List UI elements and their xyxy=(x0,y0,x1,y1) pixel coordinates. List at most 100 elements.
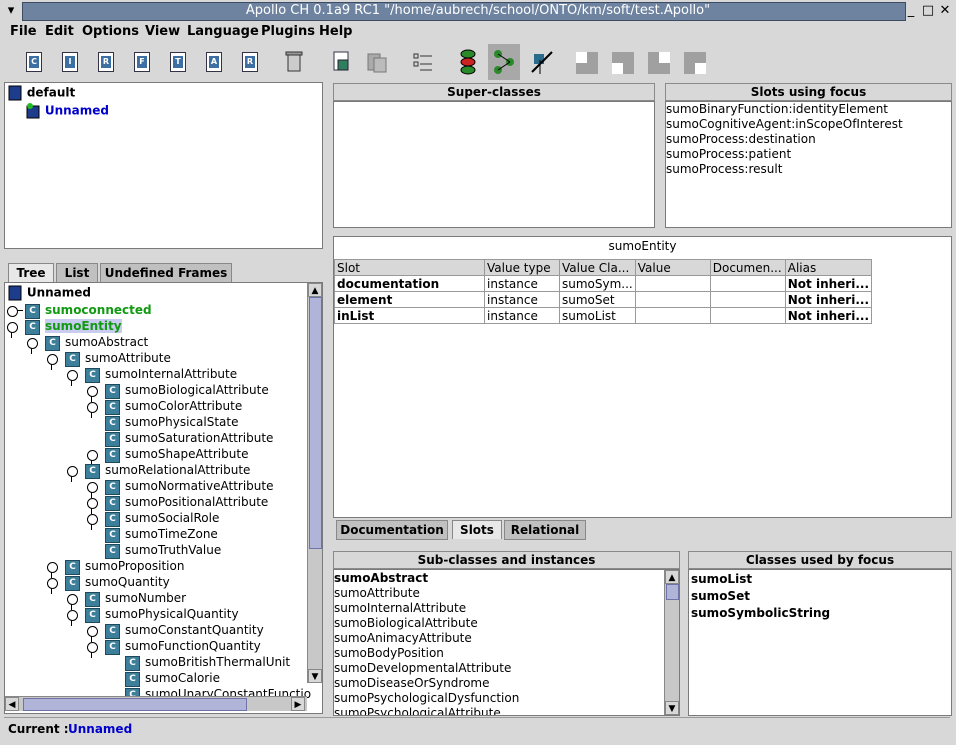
slot-focus-item[interactable]: sumoProcess:patient xyxy=(666,147,791,161)
graph-view-button[interactable] xyxy=(488,44,520,80)
expand-handle-icon[interactable] xyxy=(67,594,78,610)
class-tree-item[interactable]: CsumoProposition xyxy=(47,559,184,578)
class-tree-item[interactable]: CsumoAbstract xyxy=(27,335,148,354)
menu-options[interactable]: Options xyxy=(82,24,139,39)
menu-help[interactable]: Help xyxy=(319,24,352,39)
expand-handle-icon[interactable] xyxy=(87,402,98,418)
slot-focus-item[interactable]: sumoBinaryFunction:identityElement xyxy=(666,102,888,116)
col-value-class[interactable]: Value Cla... xyxy=(559,259,636,276)
class-tree-item[interactable]: CsumoInternalAttribute xyxy=(67,367,237,386)
classes-used-item[interactable]: sumoList xyxy=(691,572,752,586)
list-item[interactable]: sumoAbstract xyxy=(334,571,428,585)
class-tree-item[interactable]: CsumoPhysicalQuantity xyxy=(67,607,239,626)
delete-button[interactable] xyxy=(278,46,310,78)
class-tree-item[interactable]: CsumoPhysicalState xyxy=(97,415,238,431)
new-rule-button[interactable]: R xyxy=(232,46,264,78)
expand-handle-icon[interactable] xyxy=(7,322,18,338)
expand-handle-icon[interactable] xyxy=(87,642,98,658)
table-cell[interactable] xyxy=(709,291,786,308)
table-cell[interactable]: documentation xyxy=(334,275,485,292)
class-tree-item[interactable]: Csumoconnected xyxy=(7,303,152,319)
slot-focus-item[interactable]: sumoProcess:destination xyxy=(666,132,816,146)
new-function-button[interactable]: F xyxy=(124,46,156,78)
list-item[interactable]: sumoInternalAttribute xyxy=(334,601,466,615)
table-cell[interactable]: instance xyxy=(484,291,560,308)
list-item[interactable]: sumoBiologicalAttribute xyxy=(334,616,478,630)
table-cell[interactable]: element xyxy=(334,291,485,308)
col-slot[interactable]: Slot xyxy=(334,259,485,276)
new-type-button[interactable]: T xyxy=(160,46,192,78)
table-cell[interactable] xyxy=(709,275,786,292)
maximize-button[interactable]: □ xyxy=(920,3,936,19)
expand-handle-icon[interactable] xyxy=(47,562,58,578)
menu-view[interactable]: View xyxy=(145,24,180,39)
class-tree-item[interactable]: CsumoBiologicalAttribute xyxy=(87,383,269,402)
hscroll-thumb[interactable] xyxy=(23,698,247,711)
expand-handle-icon[interactable] xyxy=(67,370,78,386)
tab-slots[interactable]: Slots xyxy=(452,520,502,539)
class-tree-item[interactable]: CsumoConstantQuantity xyxy=(87,623,264,642)
class-tree-item[interactable]: CsumoBritishThermalUnit xyxy=(117,655,290,671)
tab-undefined-frames[interactable]: Undefined Frames xyxy=(100,263,232,283)
expand-handle-icon[interactable] xyxy=(87,482,98,498)
tab-list[interactable]: List xyxy=(56,263,98,283)
scroll-up-arrow[interactable]: ▲ xyxy=(308,283,322,297)
list-item[interactable]: sumoAttribute xyxy=(334,586,420,600)
ontology-root[interactable]: default xyxy=(7,85,75,101)
tab-tree[interactable]: Tree xyxy=(8,263,54,282)
close-button[interactable]: ✕ xyxy=(937,3,953,19)
table-cell[interactable]: sumoList xyxy=(559,307,636,324)
table-row[interactable]: inList instance sumoList Not inheri... xyxy=(334,307,873,324)
table-cell[interactable]: sumoSym... xyxy=(559,275,636,292)
class-tree-item[interactable]: CsumoFunctionQuantity xyxy=(87,639,261,658)
expand-handle-icon[interactable] xyxy=(87,626,98,642)
class-tree-item[interactable]: CsumoNormativeAttribute xyxy=(87,479,273,498)
checklist-button[interactable] xyxy=(406,46,438,78)
scroll-right-arrow[interactable]: ▶ xyxy=(291,697,305,711)
expand-handle-icon[interactable] xyxy=(87,450,98,466)
expand-handle-icon[interactable] xyxy=(87,514,98,530)
list-item[interactable]: sumoPsychologicalDysfunction xyxy=(334,691,519,705)
col-value-type[interactable]: Value type xyxy=(484,259,560,276)
scroll-down-arrow[interactable]: ▼ xyxy=(665,701,679,715)
new-relation-button[interactable]: R xyxy=(88,46,120,78)
col-value[interactable]: Value xyxy=(634,259,711,276)
new-instance-button[interactable]: I xyxy=(52,46,84,78)
class-tree-item[interactable]: CsumoQuantity xyxy=(47,575,170,594)
class-tree-root[interactable]: Unnamed xyxy=(7,285,91,301)
class-tree-item[interactable]: CsumoColorAttribute xyxy=(87,399,242,418)
scroll-thumb[interactable] xyxy=(309,297,322,549)
menu-plugins[interactable]: Plugins xyxy=(261,24,315,39)
table-cell[interactable] xyxy=(634,275,711,292)
table-cell[interactable]: sumoSet xyxy=(559,291,636,308)
minimize-button[interactable]: _ xyxy=(903,3,919,19)
list-item[interactable]: sumoDevelopmentalAttribute xyxy=(334,661,511,675)
scroll-left-arrow[interactable]: ◀ xyxy=(5,697,19,711)
menu-language[interactable]: Language xyxy=(187,24,259,39)
class-tree-item[interactable]: CsumoEntity xyxy=(7,319,122,338)
subclasses-scrollbar[interactable]: ▲ ▼ xyxy=(664,570,679,715)
paste-button[interactable] xyxy=(360,46,392,78)
slot-focus-item[interactable]: sumoProcess:result xyxy=(666,162,782,176)
new-axiom-button[interactable]: A xyxy=(196,46,228,78)
menu-file[interactable]: File xyxy=(10,24,37,39)
list-item[interactable]: sumoPsychologicalAttribute xyxy=(334,706,501,715)
table-cell[interactable]: inList xyxy=(334,307,485,324)
filter-button[interactable] xyxy=(526,46,558,78)
expand-handle-icon[interactable] xyxy=(7,306,23,317)
tree-scrollbar[interactable]: ▲ ▼ xyxy=(307,283,322,683)
table-cell[interactable]: Not inheri... xyxy=(784,275,873,292)
classes-used-item[interactable]: sumoSymbolicString xyxy=(691,606,830,620)
list-item[interactable]: sumoAnimacyAttribute xyxy=(334,631,472,645)
tab-relational[interactable]: Relational xyxy=(504,520,586,540)
table-cell[interactable]: instance xyxy=(484,307,560,324)
class-tree-item[interactable]: CsumoTruthValue xyxy=(97,543,221,559)
ontology-child[interactable]: Unnamed xyxy=(25,103,109,119)
new-class-button[interactable]: C xyxy=(16,46,48,78)
table-row[interactable]: documentation instance sumoSym... Not inher… xyxy=(334,275,873,292)
expand-handle-icon[interactable] xyxy=(67,610,78,626)
table-cell[interactable]: Not inheri... xyxy=(784,291,873,308)
scroll-down-arrow[interactable]: ▼ xyxy=(308,669,322,683)
expand-handle-icon[interactable] xyxy=(67,466,78,482)
expand-handle-icon[interactable] xyxy=(87,498,98,514)
